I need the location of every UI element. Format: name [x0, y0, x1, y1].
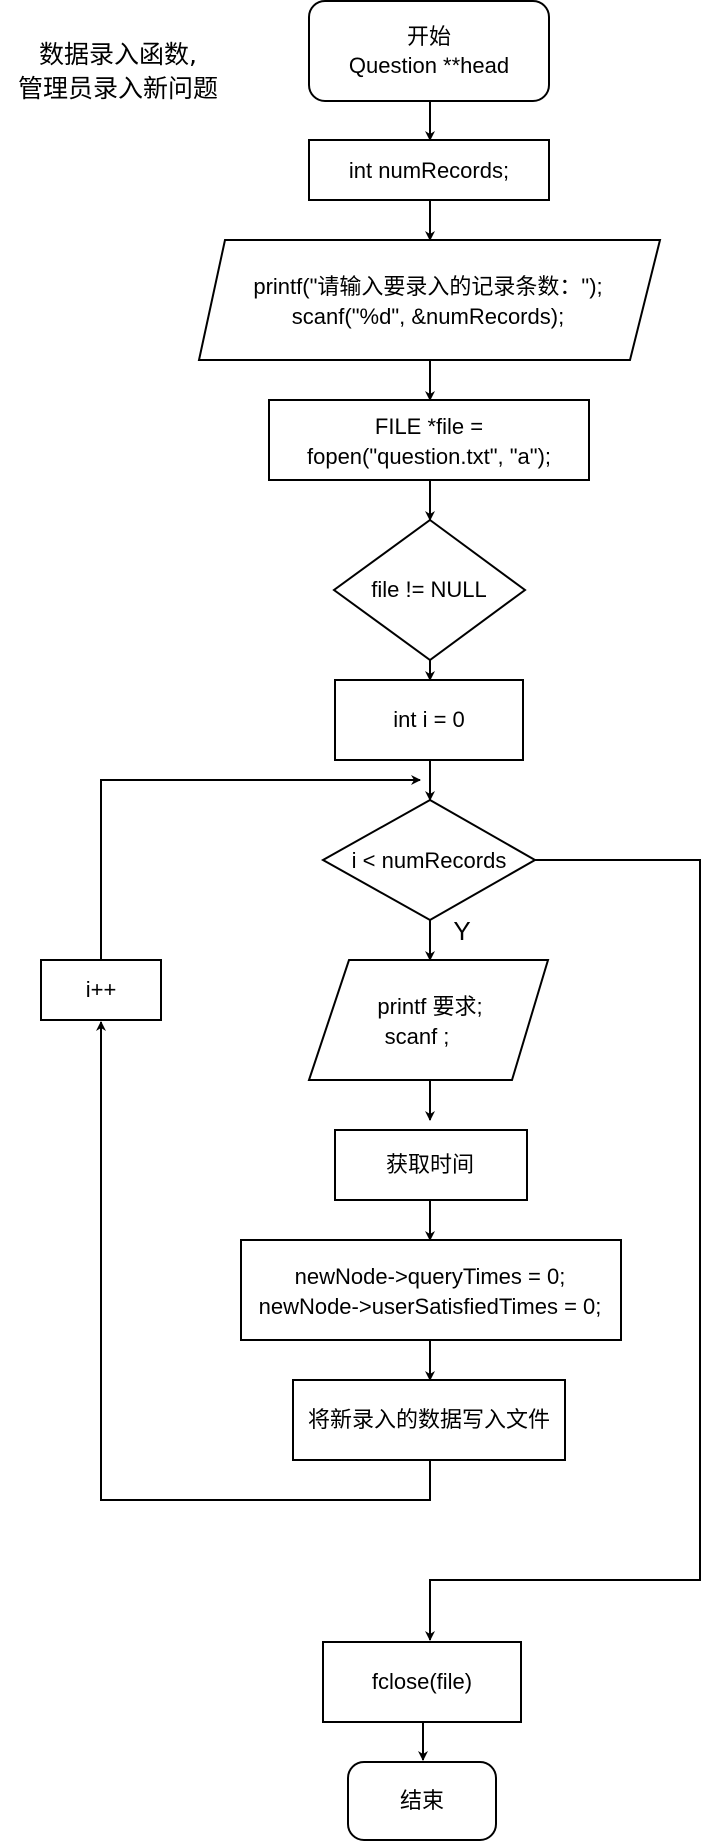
node-check-file: file != NULL	[332, 518, 527, 662]
node-check-file-line-1: file != NULL	[371, 577, 487, 602]
node-write-file-line-1: 将新录入的数据写入文件	[308, 1407, 550, 1432]
node-init-i: int i = 0	[334, 679, 524, 761]
node-start: 开始 Question **head	[308, 0, 550, 102]
node-declare-num-line-1: int numRecords;	[349, 158, 509, 183]
node-input-count-line-2: scanf("%d", &numRecords);	[292, 304, 564, 329]
node-init-counts-line-1: newNode->queryTimes = 0;	[295, 1264, 566, 1289]
node-init-counts-line-2: newNode->userSatisfiedTimes = 0;	[259, 1294, 602, 1319]
node-start-line-1: 开始	[407, 24, 451, 49]
node-start-line-2: Question **head	[349, 53, 509, 78]
node-init-i-line-1: int i = 0	[393, 707, 465, 732]
node-loop-cond-line-1: i < numRecords	[352, 848, 507, 873]
node-input-count-line-1: printf("请输入要录入的记录条数：");	[253, 274, 602, 299]
caption-line-1: 数据录入函数,	[39, 40, 197, 69]
node-input-count: printf("请输入要录入的记录条数："); scanf("%d", &num…	[197, 239, 662, 361]
node-io-input: printf 要求; scanf ;	[307, 959, 550, 1081]
node-end: 结束	[347, 1761, 497, 1841]
loop-yes-label: Y	[453, 916, 470, 946]
flowchart: 数据录入函数, 管理员录入新问题 开始 Question **head int …	[18, 0, 701, 1841]
node-increment: i++	[40, 959, 162, 1021]
node-get-time-line-1: 获取时间	[386, 1152, 474, 1177]
node-close-file-line-1: fclose(file)	[372, 1669, 472, 1694]
caption-line-2: 管理员录入新问题	[18, 74, 218, 103]
node-init-counts: newNode->queryTimes = 0; newNode->userSa…	[240, 1239, 622, 1341]
node-end-line-1: 结束	[400, 1788, 444, 1813]
diagram-caption: 数据录入函数, 管理员录入新问题	[18, 40, 218, 103]
node-loop-cond: i < numRecords	[320, 798, 538, 922]
node-close-file: fclose(file)	[322, 1641, 522, 1723]
node-increment-line-1: i++	[86, 977, 117, 1002]
node-get-time: 获取时间	[334, 1129, 528, 1201]
node-write-file: 将新录入的数据写入文件	[292, 1379, 566, 1461]
node-io-input-line-1: printf 要求;	[377, 994, 482, 1019]
node-open-file-line-1: FILE *file =	[375, 414, 483, 439]
node-open-file-line-2: fopen("question.txt", "a");	[307, 444, 551, 469]
node-open-file: FILE *file = fopen("question.txt", "a");	[268, 399, 590, 481]
node-declare-num: int numRecords;	[308, 139, 550, 201]
node-io-input-line-2: scanf ;	[385, 1024, 450, 1049]
